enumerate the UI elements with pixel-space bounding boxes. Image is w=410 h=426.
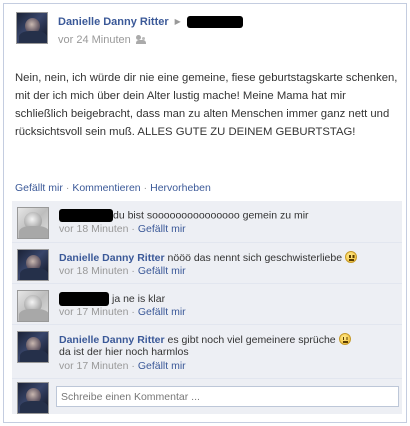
separator-dot: ·: [131, 360, 135, 372]
separator-dot: ·: [143, 182, 148, 194]
comment-body: ja ne is klar: [59, 292, 165, 306]
comment-text: nööö das nennt sich geschwisterliebe: [167, 252, 343, 264]
comment-like-link[interactable]: Gefällt mir: [138, 360, 186, 372]
comment-input[interactable]: [56, 386, 399, 407]
commenter-avatar[interactable]: [17, 249, 49, 281]
feed-story: Danielle Danny Ritter ▶ vor 24 Minuten Ne…: [3, 3, 407, 423]
comment-timestamp[interactable]: vor 17 Minuten: [59, 360, 128, 372]
author-line: Danielle Danny Ritter ▶: [58, 16, 243, 29]
smiley-icon: [338, 333, 351, 345]
arrow-right-icon: ▶: [174, 17, 181, 26]
commenter-avatar[interactable]: [17, 290, 49, 322]
current-user-avatar: [17, 382, 49, 414]
comment-item: ja ne is klar vor 17 Minuten · Gefällt m…: [12, 283, 402, 324]
story-actions: Gefällt mir · Kommentieren · Hervorheben: [15, 182, 211, 194]
comment-meta: vor 17 Minuten · Gefällt mir: [59, 306, 186, 318]
comment-body: Danielle Danny Ritter nööö das nennt sic…: [59, 251, 358, 264]
redacted-commenter-name[interactable]: [59, 209, 113, 222]
comment-timestamp[interactable]: vor 18 Minuten: [59, 265, 128, 277]
commenter-name-link[interactable]: Danielle Danny Ritter: [59, 334, 165, 346]
comment-like-link[interactable]: Gefällt mir: [138, 223, 186, 235]
comment-item: Danielle Danny Ritter nööö das nennt sic…: [12, 242, 402, 283]
separator-dot: ·: [131, 265, 135, 277]
comment-composer: [12, 378, 402, 414]
people-icon[interactable]: [135, 35, 147, 44]
redacted-recipient-name: [186, 16, 243, 29]
commenter-name-link[interactable]: Danielle Danny Ritter: [59, 252, 165, 264]
author-avatar[interactable]: [16, 12, 48, 44]
separator-dot: ·: [65, 182, 70, 194]
comment-meta: vor 18 Minuten · Gefällt mir: [59, 265, 186, 277]
comment-text: ja ne is klar: [112, 292, 166, 305]
comments-list: du bist sooooooooooooooo gemein zu mir v…: [12, 201, 402, 414]
like-link[interactable]: Gefällt mir: [15, 182, 63, 194]
comment-meta: vor 17 Minuten · Gefällt mir: [59, 360, 186, 372]
comment-like-link[interactable]: Gefällt mir: [138, 306, 186, 318]
separator-dot: ·: [131, 306, 135, 318]
comment-text: es gibt noch viel gemeinere sprüche: [167, 334, 336, 346]
comment-body: du bist sooooooooooooooo gemein zu mir: [59, 209, 309, 222]
author-name-link[interactable]: Danielle Danny Ritter: [58, 16, 169, 28]
comment-item: Danielle Danny Ritter es gibt noch viel …: [12, 324, 402, 378]
story-header: Danielle Danny Ritter ▶ vor 24 Minuten: [16, 12, 396, 52]
commenter-avatar[interactable]: [17, 331, 49, 363]
comment-text: du bist sooooooooooooooo gemein zu mir: [113, 209, 309, 222]
highlight-link[interactable]: Hervorheben: [150, 182, 211, 194]
story-timestamp-link[interactable]: vor 24 Minuten: [58, 34, 131, 46]
comment-timestamp[interactable]: vor 17 Minuten: [59, 306, 128, 318]
story-message: Nein, nein, ich würde dir nie eine gemei…: [15, 72, 398, 138]
smiley-icon: [345, 251, 358, 263]
comment-text-line-2: da ist der hier noch harmlos: [59, 346, 189, 358]
comment-link[interactable]: Kommentieren: [72, 182, 140, 194]
story-meta: vor 24 Minuten: [58, 34, 147, 46]
comment-like-link[interactable]: Gefällt mir: [138, 265, 186, 277]
comment-meta: vor 18 Minuten · Gefällt mir: [59, 223, 186, 235]
comment-body: Danielle Danny Ritter es gibt noch viel …: [59, 333, 351, 346]
commenter-avatar[interactable]: [17, 207, 49, 239]
comment-timestamp[interactable]: vor 18 Minuten: [59, 223, 128, 235]
separator-dot: ·: [131, 223, 135, 235]
comment-item: du bist sooooooooooooooo gemein zu mir v…: [12, 201, 402, 242]
redacted-commenter-name[interactable]: [59, 292, 109, 306]
